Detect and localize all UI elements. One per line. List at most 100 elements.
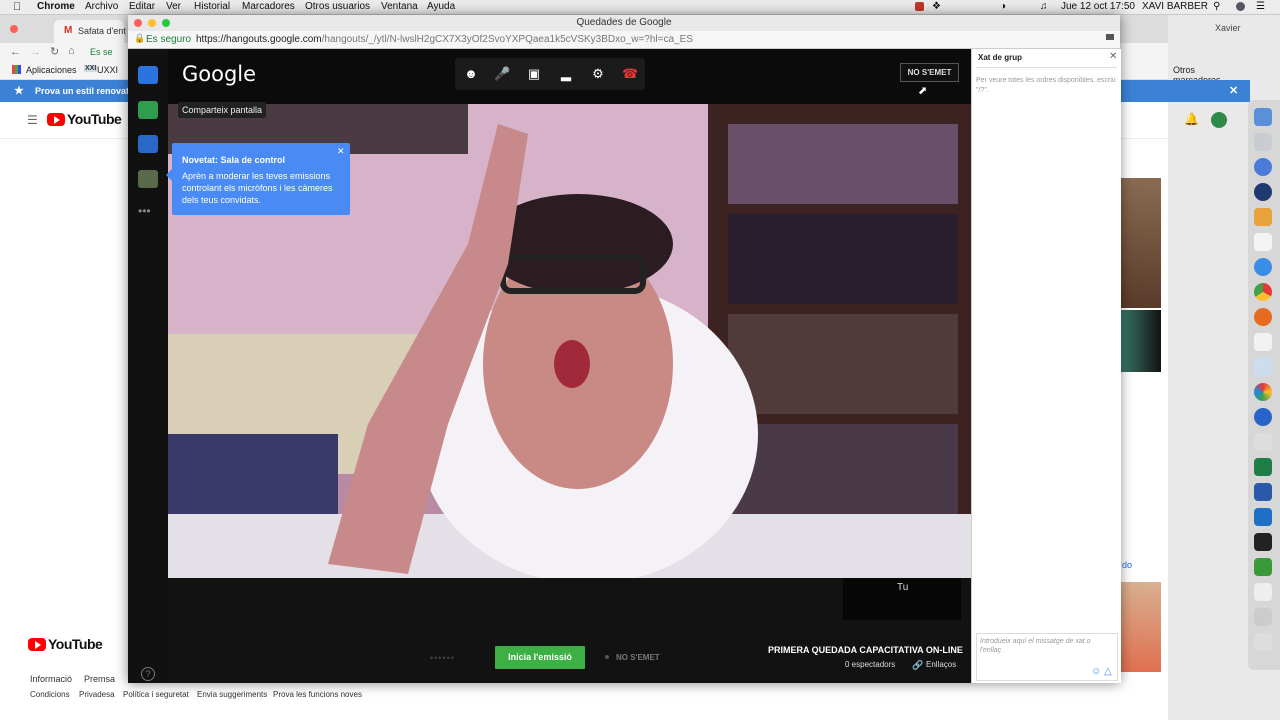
youtube-logo-text[interactable]: YouTube (67, 111, 122, 127)
chat-close-icon[interactable]: ✕ (1109, 51, 1117, 62)
status-dot-icon (605, 655, 609, 659)
banner-close-icon[interactable]: ✕ (1229, 84, 1238, 97)
mouse-cursor-icon: ⬈ (918, 85, 928, 97)
menu-archivo[interactable]: Archivo (85, 1, 118, 12)
footer-link[interactable]: Prova les funcions noves (273, 690, 362, 699)
url-field[interactable]: https://hangouts.google.com/hangouts/_/y… (196, 34, 693, 45)
dock-appstore-icon[interactable] (1254, 158, 1272, 176)
control-room-app-icon[interactable] (138, 135, 158, 153)
menu-editar[interactable]: Editar (129, 1, 155, 12)
footer-informacio[interactable]: Informació (30, 674, 72, 684)
self-thumbnail[interactable]: Tu (843, 578, 961, 620)
menu-app-name[interactable]: Chrome (37, 1, 75, 12)
dock-launchpad-icon[interactable] (1254, 133, 1272, 151)
menu-otros-usuarios[interactable]: Otros usuarios (305, 1, 370, 12)
spotlight-icon[interactable]: ⚲ (1213, 1, 1220, 12)
reload-icon[interactable]: ↻ (50, 45, 59, 58)
bg-thumbnail-2[interactable] (1121, 310, 1161, 372)
cameraman-app-icon[interactable] (138, 170, 158, 188)
bell-icon[interactable]: 🔔 (1184, 112, 1199, 126)
dock-system-icon[interactable] (1254, 183, 1272, 201)
links-button[interactable]: Enllaços (926, 660, 956, 669)
dock-maps-icon[interactable] (1254, 358, 1272, 376)
dock-textedit-icon[interactable] (1254, 233, 1272, 251)
dock-document-icon[interactable] (1254, 583, 1272, 601)
footer-link[interactable]: Política i seguretat (123, 690, 189, 699)
menu-user[interactable]: XAVI BARBER (1142, 1, 1208, 12)
start-broadcast-button[interactable]: Inicia l'emissió (495, 646, 585, 669)
bg-side-link[interactable]: do (1122, 560, 1132, 570)
wifi-icon[interactable]: ◑ (1000, 1, 1006, 12)
bg-secure-label[interactable]: Es se (90, 47, 113, 57)
dock-camtasia-icon[interactable] (1254, 558, 1272, 576)
invite-people-icon[interactable]: ☻ (463, 66, 479, 82)
dock-books-icon[interactable] (1254, 208, 1272, 226)
menu-ayuda[interactable]: Ayuda (427, 1, 455, 12)
bookmark-uxxi[interactable]: UXXI (97, 65, 118, 75)
dock-folder-icon[interactable] (1254, 608, 1272, 626)
avatar[interactable] (1211, 112, 1227, 128)
help-icon[interactable]: ? (141, 667, 155, 681)
home-icon[interactable]: ⌂ (68, 45, 75, 57)
secure-label[interactable]: Es seguro (146, 34, 191, 45)
dropbox-icon[interactable]: ❖ (932, 1, 941, 12)
footer-youtube-text[interactable]: YouTube (48, 636, 103, 652)
chat-input[interactable]: Introdueix aquí el missatge de xat o l'e… (976, 633, 1118, 681)
dock-excel-icon[interactable] (1254, 458, 1272, 476)
dock-trash-icon[interactable] (1254, 633, 1272, 651)
footer-premsa[interactable]: Premsa (84, 674, 115, 684)
bandwidth-icon[interactable]: ▂ (558, 66, 574, 82)
menu-ventana[interactable]: Ventana (381, 1, 418, 12)
emoji-icon[interactable]: ☺ (1091, 666, 1101, 677)
siri-icon[interactable] (1236, 2, 1245, 11)
bg-profile-name[interactable]: Xavier (1215, 23, 1241, 33)
footer-link[interactable]: Privadesa (79, 690, 115, 699)
bookmark-aplicaciones[interactable]: Aplicaciones (26, 65, 77, 75)
dock-chrome-icon[interactable] (1254, 283, 1272, 301)
google-logo: Google (182, 62, 257, 86)
apple-icon[interactable]:  (13, 1, 23, 13)
promo-close-icon[interactable]: ✕ (337, 146, 345, 157)
turn-off-camera-icon[interactable]: ▣ (526, 66, 542, 82)
drive-icon[interactable]: △ (1104, 666, 1112, 677)
dock-firefox-icon[interactable] (1254, 308, 1272, 326)
dock-word-icon[interactable] (1254, 483, 1272, 501)
uxxi-icon: XXI (84, 65, 98, 72)
screenshare-app-icon[interactable] (138, 101, 158, 119)
more-apps-icon[interactable]: ••• (138, 204, 151, 218)
bg-tab-gmail[interactable]: M Safata d'ent (54, 20, 126, 43)
dock-outlook-icon[interactable] (1254, 508, 1272, 526)
menu-ver[interactable]: Ver (166, 1, 181, 12)
mute-mic-icon[interactable]: 🎤 (494, 66, 510, 82)
menu-datetime[interactable]: Jue 12 oct 17:50 (1061, 1, 1135, 12)
group-chat-panel: Xat de grup ✕ Per veure totes les ordres… (971, 49, 1121, 683)
camera-indicator-icon[interactable] (1106, 34, 1114, 40)
footer-link[interactable]: Envia suggeriments (197, 690, 267, 699)
footer-youtube-icon (28, 638, 46, 651)
tooltip-arrow (166, 169, 172, 181)
dock-finder-icon[interactable] (1254, 108, 1272, 126)
dock-photos-icon[interactable] (1254, 383, 1272, 401)
volume-icon[interactable]: ♫ (1040, 1, 1048, 12)
dock-terminal-icon[interactable] (1254, 533, 1272, 551)
bg-close-dot[interactable] (10, 25, 18, 33)
menu-marcadores[interactable]: Marcadores (242, 1, 295, 12)
back-icon[interactable]: ← (10, 46, 21, 58)
status-app-icon[interactable] (915, 2, 924, 11)
hamburger-icon[interactable]: ☰ (27, 113, 38, 127)
bg-thumbnail-1[interactable] (1121, 178, 1161, 308)
dock-safari-icon[interactable] (1254, 258, 1272, 276)
notification-center-icon[interactable]: ☰ (1256, 1, 1265, 12)
menu-historial[interactable]: Historial (194, 1, 230, 12)
bg-thumbnail-3[interactable] (1121, 582, 1161, 672)
chat-app-icon[interactable] (138, 66, 158, 84)
settings-icon[interactable]: ⚙ (590, 66, 606, 82)
dock-itunes-icon[interactable] (1254, 333, 1272, 351)
footer-link[interactable]: Condicions (30, 690, 70, 699)
hangup-icon[interactable]: ☎ (622, 66, 638, 82)
dock-tex-icon[interactable] (1254, 433, 1272, 451)
forward-icon[interactable]: → (30, 46, 41, 58)
dock-r-icon[interactable] (1254, 408, 1272, 426)
gmail-icon: M (64, 25, 73, 36)
broadcast-status-text: NO S'EMET (616, 653, 660, 662)
